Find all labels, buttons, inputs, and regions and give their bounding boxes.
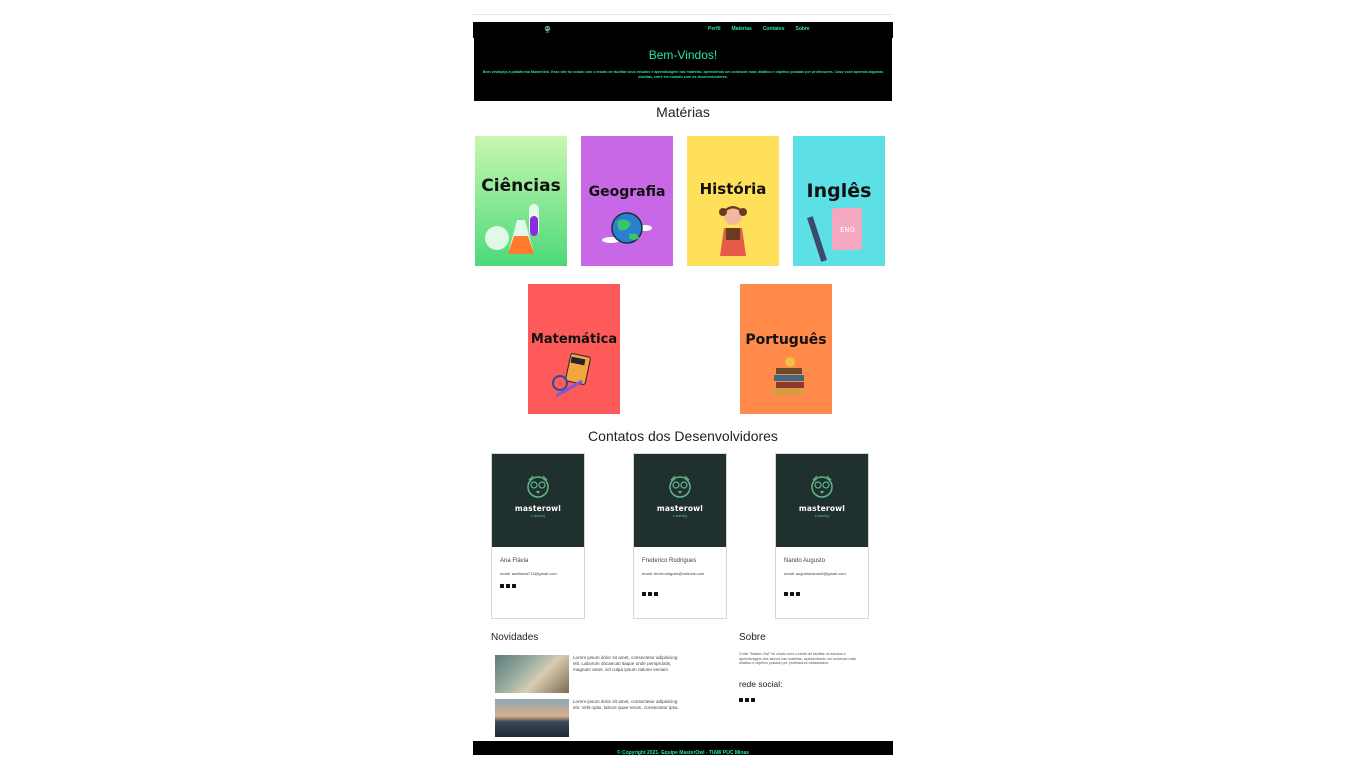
news-thumbnail: [495, 655, 569, 693]
developer-photo: masterowl e-learning: [634, 454, 726, 547]
developer-email: email: fredrrodrigues@outlook.com: [642, 571, 705, 576]
developer-email: email: anaflavia713@gmail.com: [500, 571, 557, 576]
brand-tagline: e-learning: [530, 514, 546, 518]
facebook-icon[interactable]: [500, 584, 504, 588]
facebook-icon[interactable]: [784, 592, 788, 596]
subject-label: Português: [745, 332, 827, 348]
subject-label: Inglês: [806, 180, 872, 202]
developer-email: email: augustonando5@gmail.com: [784, 571, 846, 576]
brand-name: masterowl: [514, 504, 562, 513]
contacts-title: Contatos dos Desenvolvidores: [588, 428, 778, 444]
instagram-icon[interactable]: [506, 584, 510, 588]
developer-card: masterowl e-learning Nando Augusto email…: [775, 453, 869, 619]
subject-card-geografia[interactable]: Geografia: [581, 136, 673, 266]
developer-name: Frederico Rodrigues: [642, 558, 697, 564]
twitter-icon[interactable]: [796, 592, 800, 596]
instagram-icon[interactable]: [745, 698, 749, 702]
about-title: Sobre: [739, 632, 766, 643]
hero-banner: Bem-Vindos! Bem vindo(a)s a plataforma M…: [474, 38, 892, 101]
news-item[interactable]: Lorem ipsum dolor sit amet, consectetur …: [495, 699, 715, 737]
science-flasks-icon: [485, 204, 539, 254]
social-icons: [500, 584, 516, 588]
books-stack-icon: [772, 357, 804, 395]
subject-label: História: [699, 180, 767, 198]
developer-photo: masterowl e-learning: [492, 454, 584, 547]
subject-card-matematica[interactable]: Matemática: [528, 284, 620, 414]
subject-card-ingles[interactable]: Inglês ENG: [793, 136, 885, 266]
news-text: Lorem ipsum dolor sit amet, consectetur …: [573, 655, 678, 672]
page: Perfil Matérias Contatos Sobre Bem-Vindo…: [473, 14, 893, 757]
book-pencil-icon: ENG: [807, 208, 862, 262]
about-text: O site "Master-Owl" foi criado com o int…: [739, 652, 857, 666]
developer-card: masterowl e-learning Frederico Rodrigues…: [633, 453, 727, 619]
svg-text:ENG: ENG: [840, 226, 855, 234]
twitter-icon[interactable]: [654, 592, 658, 596]
brand-tagline: e-learning: [814, 514, 830, 518]
subject-card-ciencias[interactable]: Ciências: [475, 136, 567, 266]
subject-card-portugues[interactable]: Português: [740, 284, 832, 414]
nav-link-materias[interactable]: Matérias: [732, 26, 752, 32]
subject-card-historia[interactable]: História: [687, 136, 779, 266]
brand-tagline: e-learning: [672, 514, 688, 518]
hero-title: Bem-Vindos!: [648, 48, 718, 62]
navbar: Perfil Matérias Contatos Sobre: [473, 22, 893, 38]
subject-label: Matemática: [530, 332, 618, 347]
developer-card: masterowl e-learning Ana Flávia email: a…: [491, 453, 585, 619]
facebook-icon[interactable]: [642, 592, 646, 596]
girl-reading-icon: [719, 206, 747, 256]
social-title: rede social:: [739, 679, 783, 689]
instagram-icon[interactable]: [790, 592, 794, 596]
social-icons: [784, 592, 800, 596]
social-icons: [642, 592, 658, 596]
owl-logo-icon[interactable]: [543, 25, 552, 34]
nav-link-perfil[interactable]: Perfil: [708, 26, 721, 32]
instagram-icon[interactable]: [648, 592, 652, 596]
news-thumbnail: [495, 699, 569, 737]
news-item[interactable]: Lorem ipsum dolor sit amet, consectetur …: [495, 655, 715, 693]
owl-logo-icon: [811, 475, 833, 498]
developer-name: Nando Augusto: [784, 558, 826, 564]
news-text: Lorem ipsum dolor sit amet, consectetur …: [573, 699, 679, 710]
developer-photo: masterowl e-learning: [776, 454, 868, 547]
owl-logo-icon: [527, 475, 549, 498]
nav-link-contatos[interactable]: Contatos: [763, 26, 785, 32]
subject-label: Ciências: [481, 176, 561, 196]
nav-link-sobre[interactable]: Sobre: [795, 26, 809, 32]
globe-icon: [602, 212, 652, 244]
footer: © Copyright 2021- Equipe MasterOwl - TIA…: [473, 741, 893, 756]
nav-links: Perfil Matérias Contatos Sobre: [708, 26, 810, 32]
brand-name: masterowl: [656, 504, 704, 513]
brand-name: masterowl: [798, 504, 846, 513]
twitter-icon[interactable]: [512, 584, 516, 588]
owl-logo-icon: [669, 475, 691, 498]
footer-copyright: © Copyright 2021- Equipe MasterOwl - TIA…: [616, 750, 750, 756]
subject-label: Geografia: [588, 184, 666, 200]
calculator-icon: [552, 353, 591, 398]
twitter-icon[interactable]: [751, 698, 755, 702]
hero-text: Bem vindo(a)s a plataforma MasterOwl. Es…: [482, 70, 884, 79]
subjects-title: Matérias: [656, 104, 710, 120]
news-title: Novidades: [491, 632, 539, 643]
facebook-icon[interactable]: [739, 698, 743, 702]
developer-name: Ana Flávia: [500, 558, 529, 564]
social-icons: [739, 698, 755, 702]
